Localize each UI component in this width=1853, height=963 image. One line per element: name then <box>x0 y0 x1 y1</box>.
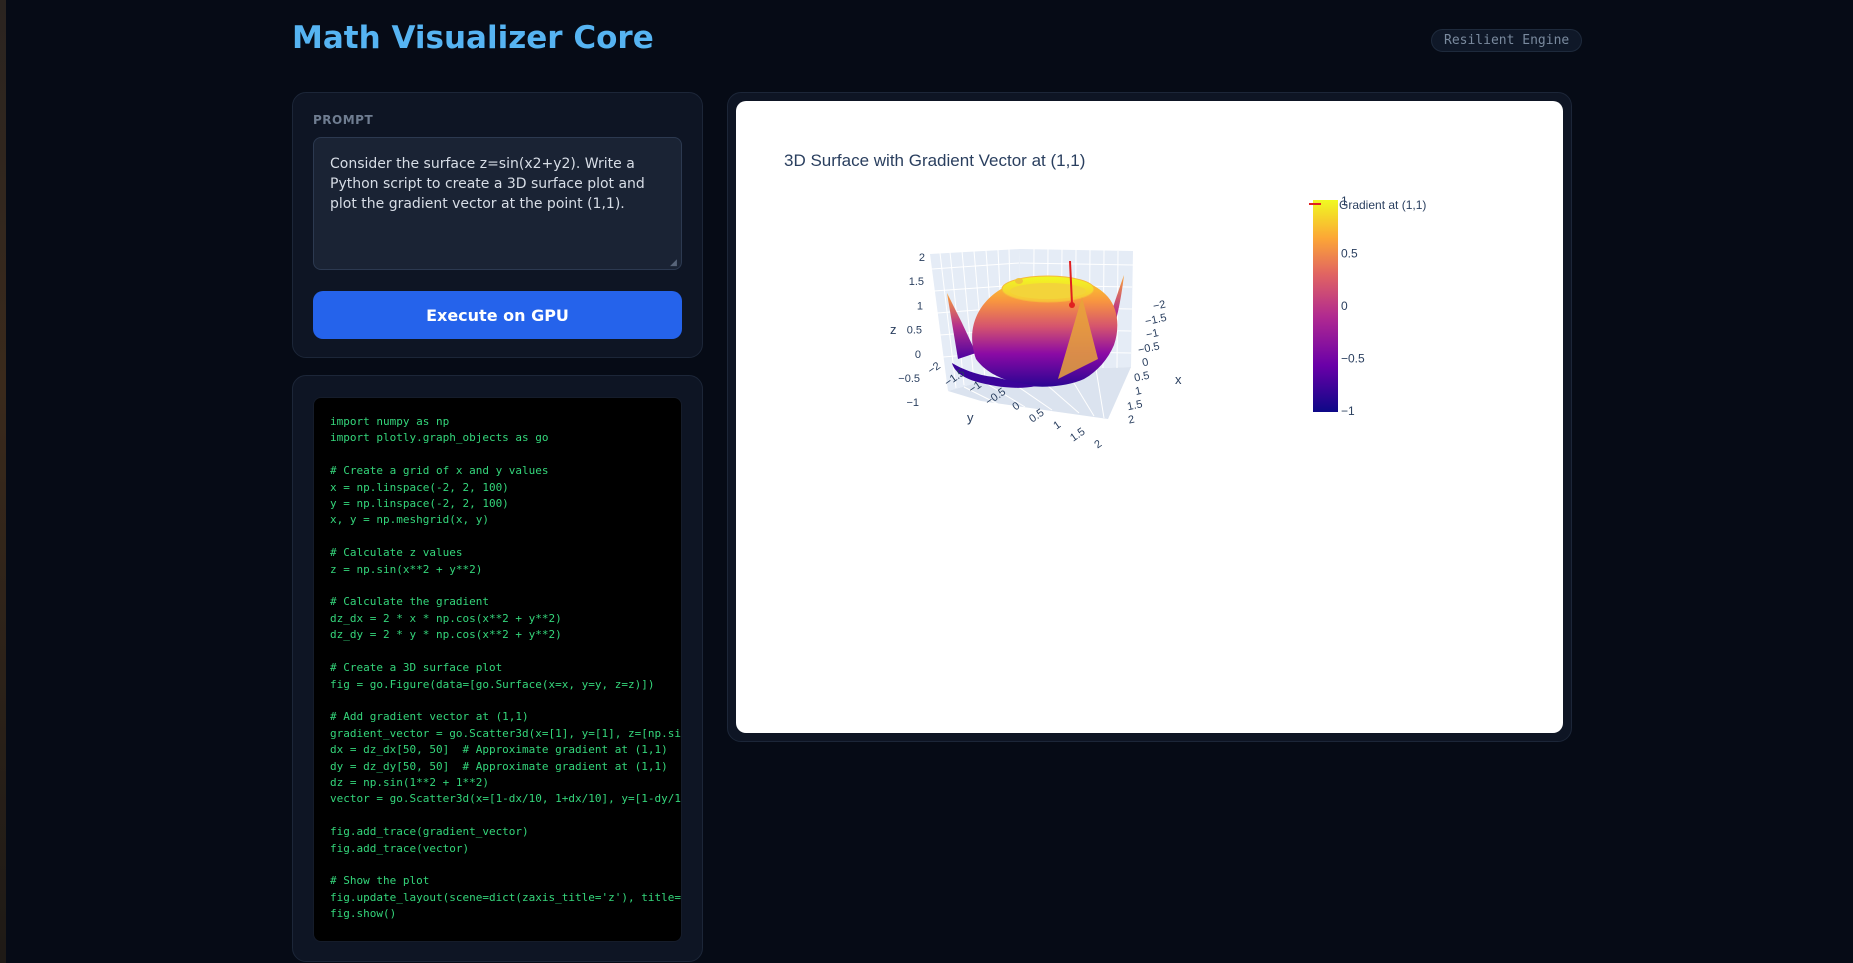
y-axis-title: y <box>967 410 974 425</box>
bump-marker <box>1015 278 1023 284</box>
z-tick-2: 1 <box>917 300 923 312</box>
bowl-inner <box>1010 283 1086 299</box>
y-tick-0: −2 <box>926 360 943 377</box>
colorbar-tick-3: −0.5 <box>1341 352 1365 366</box>
gradient-point <box>1069 302 1075 308</box>
colorbar-tick-1: 0.5 <box>1341 247 1358 261</box>
y-tick-8: 2 <box>1092 438 1104 451</box>
plot-panel: 3D Surface with Gradient Vector at (1,1) <box>727 92 1572 742</box>
app-title: Math Visualizer Core <box>292 20 654 56</box>
x-axis-ticks: 21.510.50−0.5−1−1.5−2 <box>1126 298 1168 426</box>
colorbar-tick-2: 0 <box>1341 299 1348 313</box>
colorbar <box>1313 200 1338 412</box>
x-tick-7: −1.5 <box>1144 312 1168 328</box>
x-tick-4: 0 <box>1141 356 1149 369</box>
legend-label: Gradient at (1,1) <box>1339 198 1426 212</box>
x-tick-3: 0.5 <box>1133 370 1150 385</box>
z-tick-1: 1.5 <box>909 276 924 288</box>
x-tick-8: −2 <box>1152 298 1167 312</box>
code-output[interactable]: import numpy as np import plotly.graph_o… <box>313 397 682 942</box>
x-axis-title: x <box>1175 372 1182 387</box>
code-panel: import numpy as np import plotly.graph_o… <box>292 375 703 962</box>
prompt-input[interactable]: Consider the surface z=sin(x2+y2). Write… <box>313 137 682 270</box>
execute-button[interactable]: Execute on GPU <box>313 291 682 339</box>
y-tick-6: 1 <box>1051 419 1063 432</box>
z-tick-0: 2 <box>919 252 925 264</box>
colorbar-ticks: 10.50−0.5−1 <box>1341 194 1365 418</box>
resize-handle-icon[interactable]: ◢ <box>670 258 677 268</box>
z-axis-title: z <box>890 322 897 337</box>
engine-status-badge: Resilient Engine <box>1431 29 1583 52</box>
y-tick-7: 1.5 <box>1068 426 1087 445</box>
plot-area[interactable]: 3D Surface with Gradient Vector at (1,1) <box>736 101 1563 733</box>
prompt-label: PROMPT <box>313 113 374 127</box>
x-tick-2: 1 <box>1134 385 1142 398</box>
z-axis-ticks: 2 1.5 1 0.5 0 −0.5 −1 <box>898 252 925 409</box>
window-edge <box>0 0 6 963</box>
code-text: import numpy as np import plotly.graph_o… <box>330 415 681 921</box>
surface-plot[interactable]: 21.510.50−0.5−1 z 21.510.50−0.5−1−1.5−2 … <box>736 101 1563 733</box>
colorbar-tick-4: −1 <box>1341 404 1355 418</box>
z-tick-3: 0.5 <box>907 325 922 337</box>
z-tick-6: −1 <box>906 397 919 409</box>
z-tick-4: 0 <box>915 349 921 361</box>
x-tick-1: 1.5 <box>1126 398 1143 413</box>
x-tick-0: 2 <box>1127 414 1135 427</box>
x-tick-6: −1 <box>1145 327 1160 341</box>
prompt-panel: PROMPT Consider the surface z=sin(x2+y2)… <box>292 92 703 358</box>
z-tick-5: −0.5 <box>898 373 920 385</box>
x-tick-5: −0.5 <box>1137 340 1161 356</box>
